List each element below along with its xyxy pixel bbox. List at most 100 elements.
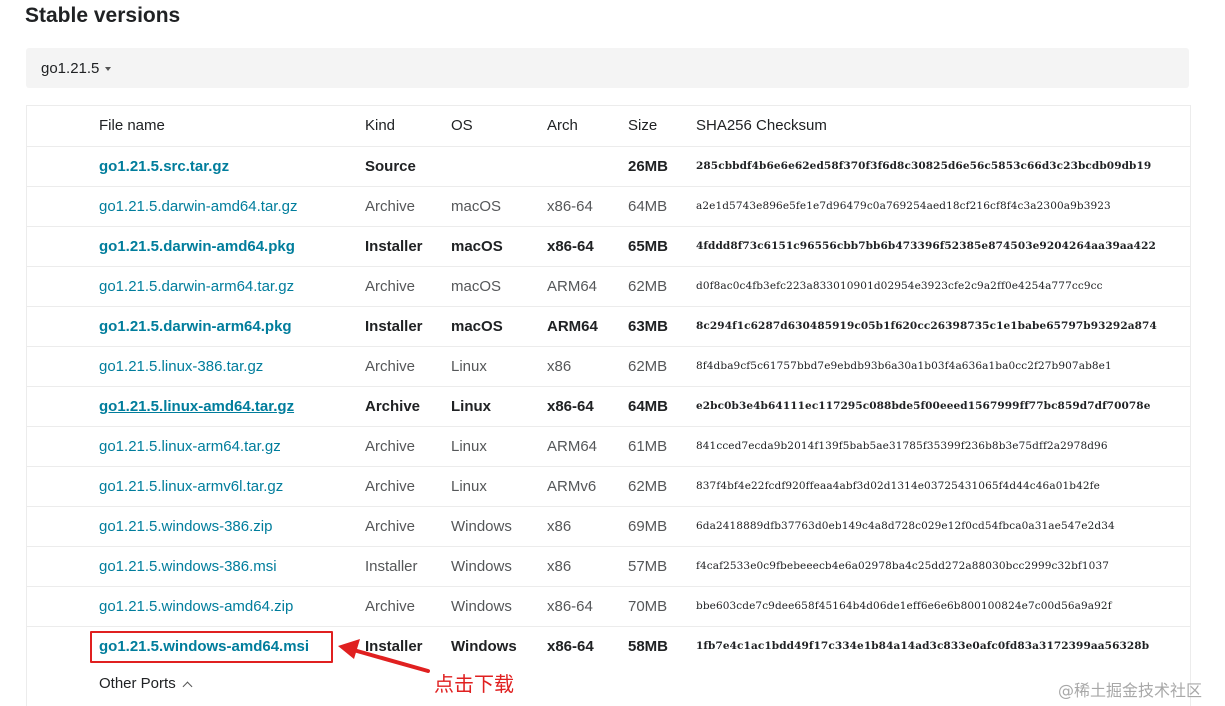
size-cell: 70MB (628, 597, 668, 615)
table-row: go1.21.5.linux-armv6l.tar.gz Archive Lin… (27, 466, 1190, 506)
size-cell: 62MB (628, 277, 668, 295)
header-arch: Arch (547, 117, 578, 135)
arrow-left-icon (338, 639, 430, 673)
kind-cell: Archive (365, 197, 416, 215)
checksum-cell: a2e1d5743e896e5fe1e7d96479c0a769254aed18… (696, 200, 1111, 212)
size-cell: 26MB (628, 157, 669, 175)
table-row: go1.21.5.darwin-amd64.pkg Installer macO… (27, 226, 1190, 266)
version-bar: go1.21.5 (26, 48, 1189, 88)
table-row: go1.21.5.linux-arm64.tar.gz Archive Linu… (27, 426, 1190, 466)
arch-cell: x86 (547, 357, 572, 375)
size-cell: 64MB (628, 397, 669, 415)
size-cell: 62MB (628, 477, 668, 495)
os-cell: macOS (451, 197, 502, 215)
file-link[interactable]: go1.21.5.linux-amd64.tar.gz (99, 398, 294, 415)
kind-cell: Archive (365, 357, 416, 375)
header-checksum: SHA256 Checksum (696, 117, 827, 135)
highlight-box (90, 631, 333, 663)
table-row: go1.21.5.windows-386.zip Archive Windows… (27, 506, 1190, 546)
table-row: go1.21.5.windows-386.msi Installer Windo… (27, 546, 1190, 586)
os-cell: Linux (451, 437, 487, 455)
arch-cell: x86-64 (547, 597, 593, 615)
checksum-cell: 1fb7e4c1ac1bdd49f17c334e1b84a14ad3c833e0… (696, 640, 1150, 653)
file-link[interactable]: go1.21.5.linux-armv6l.tar.gz (99, 478, 283, 495)
header-spacer (27, 106, 99, 146)
file-link[interactable]: go1.21.5.linux-386.tar.gz (99, 358, 263, 375)
os-cell: Linux (451, 357, 487, 375)
checksum-cell: f4caf2533e0c9fbebeeecb4e6a02978ba4c25dd2… (696, 560, 1110, 572)
kind-cell: Installer (365, 317, 423, 335)
arch-cell: ARM64 (547, 437, 598, 455)
arch-cell (547, 146, 628, 186)
checksum-cell: 841cced7ecda9b2014f139f5bab5ae31785f3539… (696, 440, 1108, 452)
checksum-cell: 837f4bf4e22fcdf920ffeaa4abf3d02d1314e037… (696, 480, 1100, 492)
arch-cell: x86 (547, 517, 572, 535)
file-link[interactable]: go1.21.5.windows-386.msi (99, 558, 277, 575)
file-link[interactable]: go1.21.5.src.tar.gz (99, 158, 229, 175)
os-cell: Windows (451, 637, 517, 655)
downloads-table-container: File name Kind OS Arch Size SHA256 Check… (26, 105, 1191, 706)
kind-cell: Archive (365, 597, 416, 615)
kind-cell: Archive (365, 517, 416, 535)
kind-cell: Source (365, 157, 416, 175)
size-cell: 57MB (628, 557, 668, 575)
os-cell: macOS (451, 277, 502, 295)
table-row: go1.21.5.darwin-arm64.tar.gz Archive mac… (27, 266, 1190, 306)
header-os: OS (451, 117, 473, 135)
table-row: go1.21.5.linux-386.tar.gz Archive Linux … (27, 346, 1190, 386)
kind-cell: Archive (365, 477, 416, 495)
table-header-row: File name Kind OS Arch Size SHA256 Check… (27, 106, 1190, 146)
checksum-cell: d0f8ac0c4fb3efc223a833010901d02954e3923c… (696, 280, 1103, 292)
file-link[interactable]: go1.21.5.darwin-amd64.pkg (99, 238, 295, 255)
table-row: go1.21.5.darwin-amd64.tar.gz Archive mac… (27, 186, 1190, 226)
other-ports-label: Other Ports (99, 675, 176, 692)
size-cell: 58MB (628, 637, 669, 655)
chevron-up-icon (182, 681, 193, 691)
file-link[interactable]: go1.21.5.windows-386.zip (99, 518, 272, 535)
file-link[interactable]: go1.21.5.darwin-arm64.tar.gz (99, 278, 294, 295)
version-select[interactable]: go1.21.5 (41, 60, 112, 77)
os-cell: macOS (451, 237, 503, 255)
checksum-cell: e2bc0b3e4b64111ec117295c088bde5f00eeed15… (696, 400, 1151, 412)
size-cell: 65MB (628, 237, 669, 255)
os-cell: Windows (451, 517, 512, 535)
file-link[interactable]: go1.21.5.darwin-arm64.pkg (99, 318, 292, 335)
table-row: go1.21.5.linux-amd64.tar.gz Archive Linu… (27, 386, 1190, 426)
kind-cell: Installer (365, 237, 423, 255)
page-title: Stable versions (25, 4, 181, 27)
checksum-cell: 8f4dba9cf5c61757bbd7e9ebdb93b6a30a1b03f4… (696, 360, 1112, 372)
os-cell: Linux (451, 397, 491, 415)
size-cell: 62MB (628, 357, 668, 375)
kind-cell: Archive (365, 277, 416, 295)
checksum-cell: 285cbbdf4b6e6e62ed58f370f3f6d8c30825d6e5… (696, 160, 1152, 172)
header-kind: Kind (365, 117, 396, 135)
header-size: Size (628, 117, 658, 135)
table-row: go1.21.5.darwin-arm64.pkg Installer macO… (27, 306, 1190, 346)
checksum-cell: 4fddd8f73c6151c96556cbb7bb6b473396f52385… (696, 240, 1156, 252)
size-cell: 64MB (628, 197, 668, 215)
file-link[interactable]: go1.21.5.windows-amd64.zip (99, 598, 293, 615)
downloads-table: File name Kind OS Arch Size SHA256 Check… (27, 106, 1190, 666)
kind-cell: Archive (365, 437, 416, 455)
size-cell: 69MB (628, 517, 668, 535)
arch-cell: ARMv6 (547, 477, 597, 495)
arch-cell: x86-64 (547, 637, 594, 655)
file-link[interactable]: go1.21.5.darwin-amd64.tar.gz (99, 198, 297, 215)
kind-cell: Installer (365, 557, 418, 575)
watermark: @稀土掘金技术社区 (1058, 681, 1203, 700)
checksum-cell: bbe603cde7c9dee658f45164b4d06de1eff6e6e6… (696, 600, 1112, 612)
os-cell: Linux (451, 477, 487, 495)
arch-cell: ARM64 (547, 277, 598, 295)
other-ports-toggle[interactable]: Other Ports (99, 675, 193, 692)
arch-cell: x86 (547, 557, 572, 575)
file-link[interactable]: go1.21.5.linux-arm64.tar.gz (99, 438, 281, 455)
size-cell: 63MB (628, 317, 669, 335)
kind-cell: Archive (365, 397, 421, 415)
caret-down-icon (105, 66, 112, 71)
os-cell: macOS (451, 317, 503, 335)
arch-cell: ARM64 (547, 317, 598, 335)
annotation-label: 点击下载 (434, 672, 514, 696)
os-cell: Windows (451, 557, 512, 575)
arch-cell: x86-64 (547, 197, 593, 215)
os-cell: Windows (451, 597, 512, 615)
